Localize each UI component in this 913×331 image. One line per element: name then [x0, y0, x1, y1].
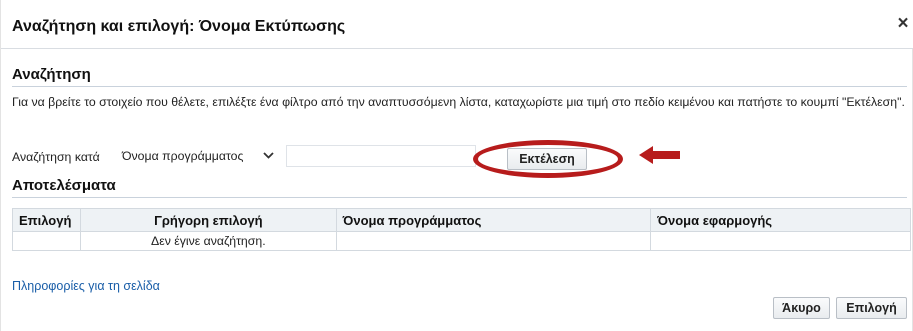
empty-cell [650, 231, 911, 251]
highlight-arrow-icon [639, 146, 681, 169]
col-header-select: Επιλογή [12, 208, 81, 232]
results-heading: Αποτελέσματα [12, 177, 116, 194]
page-info-link[interactable]: Πληροφορίες για τη σελίδα [12, 279, 160, 293]
highlight-oval [473, 140, 623, 178]
dialog-titlebar: Αναζήτηση και επιλογή: Όνομα Εκτύπωσης × [1, 0, 913, 49]
dialog-title: Αναζήτηση και επιλογή: Όνομα Εκτύπωσης [12, 18, 346, 35]
cancel-button[interactable]: Άκυρο [773, 297, 830, 319]
empty-cell [335, 231, 652, 251]
search-heading: Αναζήτηση [12, 66, 91, 83]
col-header-quick-select: Γρήγορη επιλογή [79, 208, 337, 232]
results-table: Επιλογή Γρήγορη επιλογή Όνομα προγράμματ… [12, 208, 911, 251]
search-filter-select[interactable]: Όνομα προγράμματος [118, 146, 278, 166]
results-divider [12, 197, 907, 198]
col-header-program-name: Όνομα προγράμματος [335, 208, 652, 232]
empty-cell [12, 231, 81, 251]
search-by-label: Αναζήτηση κατά [12, 150, 100, 164]
empty-results-message: Δεν έγινε αναζήτηση. [79, 231, 337, 251]
search-text-input[interactable] [286, 145, 476, 167]
table-row: Δεν έγινε αναζήτηση. [12, 231, 911, 251]
search-and-select-dialog: Αναζήτηση και επιλογή: Όνομα Εκτύπωσης ×… [0, 0, 913, 331]
search-instructions: Για να βρείτε το στοιχείο που θέλετε, επ… [12, 95, 905, 109]
select-button[interactable]: Επιλογή [836, 297, 907, 319]
chevron-down-icon [263, 148, 274, 165]
search-filter-value: Όνομα προγράμματος [122, 149, 244, 163]
table-header-row: Επιλογή Γρήγορη επιλογή Όνομα προγράμματ… [12, 208, 911, 232]
search-divider [12, 86, 907, 87]
close-icon[interactable]: × [893, 14, 913, 34]
col-header-application-name: Όνομα εφαρμογής [650, 208, 911, 232]
